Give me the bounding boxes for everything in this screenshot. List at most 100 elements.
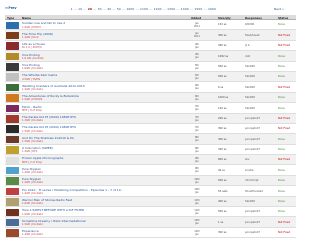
prev-link[interactable]: «‹Prev xyxy=(5,6,17,10)
thumbnail-image[interactable] xyxy=(6,21,19,29)
row-responder[interactable]: skv xyxy=(245,158,249,161)
row-responder[interactable]: zoodle xyxy=(245,169,254,172)
table-row[interactable]: Pro 2010 - Tt series / Modelling Competi… xyxy=(5,186,296,197)
page-link[interactable]: 50 xyxy=(117,7,121,11)
row-subtitle: 4.5GB | TS/Ms xyxy=(22,77,41,81)
row-size: 200 ss xyxy=(218,116,227,120)
table-row[interactable]: Experiance 1.4GB | DivXabc 12th Jan 300 ss p… xyxy=(5,228,296,239)
thumbnail-image[interactable] xyxy=(6,198,19,206)
thumbnail-image[interactable] xyxy=(6,73,19,81)
table-row[interactable]: Pure Stygian 1.4GB | DivXabc 10th Jan 500 s… xyxy=(5,175,296,187)
page-link[interactable]: 1500 xyxy=(194,7,202,11)
row-responder[interactable]: 0/0000 xyxy=(245,23,254,26)
table-row[interactable]: Wedding Crashers of Australia 2012-2013 1… xyxy=(5,82,296,93)
row-responder[interactable]: ShowFrenzied xyxy=(245,190,263,193)
row-status: Not Fixed xyxy=(278,158,291,162)
thumbnail-image[interactable] xyxy=(6,218,19,227)
row-responder[interactable]: pornpato07 xyxy=(245,148,260,151)
row-status: Not Fixed xyxy=(278,85,291,89)
row-subtitle: 1.4GB | RTS xyxy=(22,150,38,154)
page-link[interactable]: 1600 xyxy=(208,7,216,11)
page-link[interactable]: 1300 xyxy=(167,7,175,11)
page-link[interactable]: 1100 xyxy=(140,7,148,11)
thumbnail-image[interactable] xyxy=(6,177,19,185)
thumbnail-image[interactable] xyxy=(6,115,19,123)
thumbnail-image[interactable] xyxy=(6,94,19,102)
row-responder[interactable]: fubi000 xyxy=(245,200,255,203)
table-row[interactable]: Warrior Man of Stories Radio Feet 1.0GB |… xyxy=(5,196,296,208)
table-row[interactable]: The Karate Kid Pt (2009) 1080P RTS 1.3GB … xyxy=(5,113,296,124)
page-link[interactable]: 1200 xyxy=(154,7,162,11)
row-responder[interactable]: fubi000 xyxy=(245,107,255,110)
row-responder[interactable]: fubi000 xyxy=(245,75,255,78)
table-row[interactable]: Frozen Apple Chronographs MP3 | 2 of Drop… xyxy=(5,155,296,166)
thumbnail-image[interactable] xyxy=(6,42,19,50)
page-link[interactable]: 1 xyxy=(71,7,73,11)
row-added-date: 10th Jan xyxy=(194,177,200,184)
row-added-date: 12th Jan xyxy=(194,219,200,226)
row-responder[interactable]: pornpato07 xyxy=(245,117,260,120)
row-responder[interactable]: fubi000 xyxy=(245,86,255,89)
row-responder[interactable]: jz 4 xyxy=(245,44,250,47)
table-row[interactable]: The Whistle Kiler Game 4.5GB | TS/Ms 5th J… xyxy=(5,71,296,83)
row-status: Done xyxy=(278,106,285,110)
row-subtitle: 1.5GB | DivXabc xyxy=(22,129,44,133)
thumbnail-image[interactable] xyxy=(6,52,19,61)
row-added-date: 7th Jan xyxy=(195,115,199,122)
row-responder[interactable]: pornpato07 xyxy=(245,138,260,141)
thumbnail-image[interactable] xyxy=(6,156,19,165)
row-status: Done xyxy=(278,179,285,183)
page-link[interactable]: 30 xyxy=(98,7,102,11)
row-responder[interactable]: pornpato07 xyxy=(245,210,260,213)
thumbnail-image[interactable] xyxy=(6,187,19,196)
table-row[interactable]: Sudden rise and fall to rise 2 1.0GB | PA… xyxy=(5,20,296,31)
table-row[interactable]: The Karate Kid Pt (2009) 1080P RTS 1.5GB … xyxy=(5,124,296,135)
pagination-ellipsis: ... xyxy=(102,7,107,11)
thumbnail-image[interactable] xyxy=(6,146,19,154)
row-added-date: 9th Jan xyxy=(195,157,199,164)
table-row[interactable]: Life as a House 6L 1.0 | 2007/9 4th Jan 360… xyxy=(5,41,296,52)
table-row[interactable]: The Adventures of Rocky & Bullwinkle 1.5G… xyxy=(5,92,296,104)
thumbnail-image[interactable] xyxy=(6,125,19,133)
row-responder[interactable]: pornpato07 xyxy=(245,127,260,130)
pagination-ellipsis: ... xyxy=(149,7,153,11)
thumbnail-image[interactable] xyxy=(6,104,19,113)
row-subtitle: 1.6GB | DivXabc xyxy=(22,67,44,71)
row-responder[interactable]: pornpato07 xyxy=(245,221,260,224)
table-row[interactable]: Pure Stygian 1.4GB | DivXabc 9th Jan 40 ss z… xyxy=(5,165,296,176)
thumbnail-image[interactable] xyxy=(6,83,19,92)
row-responder[interactable]: clstr xyxy=(245,55,251,58)
thumbnail-image[interactable] xyxy=(6,63,19,71)
row-responder[interactable]: fixed/blue0 xyxy=(245,34,259,37)
row-responder[interactable]: fubi000 xyxy=(245,96,255,99)
page-link[interactable]: 10 xyxy=(78,7,82,11)
row-size: 300 ss xyxy=(218,137,227,141)
table-row[interactable]: Toza 1.5/REST BEFORE WITH a DiF FILTER 1.… xyxy=(5,207,296,218)
thumbnail-image[interactable] xyxy=(6,135,19,144)
table-row[interactable]: Vice Ending 1.6 GB | DivXabc 4th Jan 1082 s… xyxy=(5,51,296,62)
page-link[interactable]: 1000 xyxy=(126,7,134,11)
page-link[interactable]: 40 xyxy=(107,7,111,11)
row-responder[interactable]: pornpato07 xyxy=(245,231,260,234)
thumbnail-image[interactable] xyxy=(6,31,19,40)
table-row[interactable]: The Time Trip (2006) 1.2GB | DivX Jan 2011… xyxy=(5,30,296,41)
page-link[interactable]: 1400 xyxy=(181,7,189,11)
table-row[interactable]: Vice Ending 1.6GB | DivXabc 5th Jan 500 ss f… xyxy=(5,62,296,72)
table-row[interactable]: 0 Inducation (SWEB) 1.4GB | RTS 8th Jan 300… xyxy=(5,145,296,156)
row-subtitle: 1.0GB | DivXabc xyxy=(22,212,44,216)
next-link[interactable]: Next » xyxy=(274,7,284,11)
row-subtitle: 1.4GB | DivXabc xyxy=(22,87,44,91)
thumbnail-image[interactable] xyxy=(6,166,19,175)
row-added-date: 8th Jan xyxy=(195,136,199,143)
row-size: 360 ss xyxy=(218,44,227,48)
pagination-ellipsis: ... xyxy=(135,7,139,11)
thumbnail-image[interactable] xyxy=(6,229,19,237)
table-row[interactable]: Fetch - Radio MP3 | 8 of Drop 7th Jan 140 s… xyxy=(5,103,296,114)
table-row[interactable]: And On The Shallows 2L2010 & DL 1.5GB | D… xyxy=(5,134,296,145)
row-responder[interactable]: mlmmmpt xyxy=(245,179,259,182)
row-subtitle: 1.2GB | DivX xyxy=(22,35,39,39)
page-link[interactable]: 20 xyxy=(88,7,92,11)
thumbnail-image[interactable] xyxy=(6,208,19,217)
row-responder[interactable]: fubi000 xyxy=(245,65,255,68)
table-row[interactable]: Sometime Dreamy / Hello Intermedational 1… xyxy=(5,217,296,228)
